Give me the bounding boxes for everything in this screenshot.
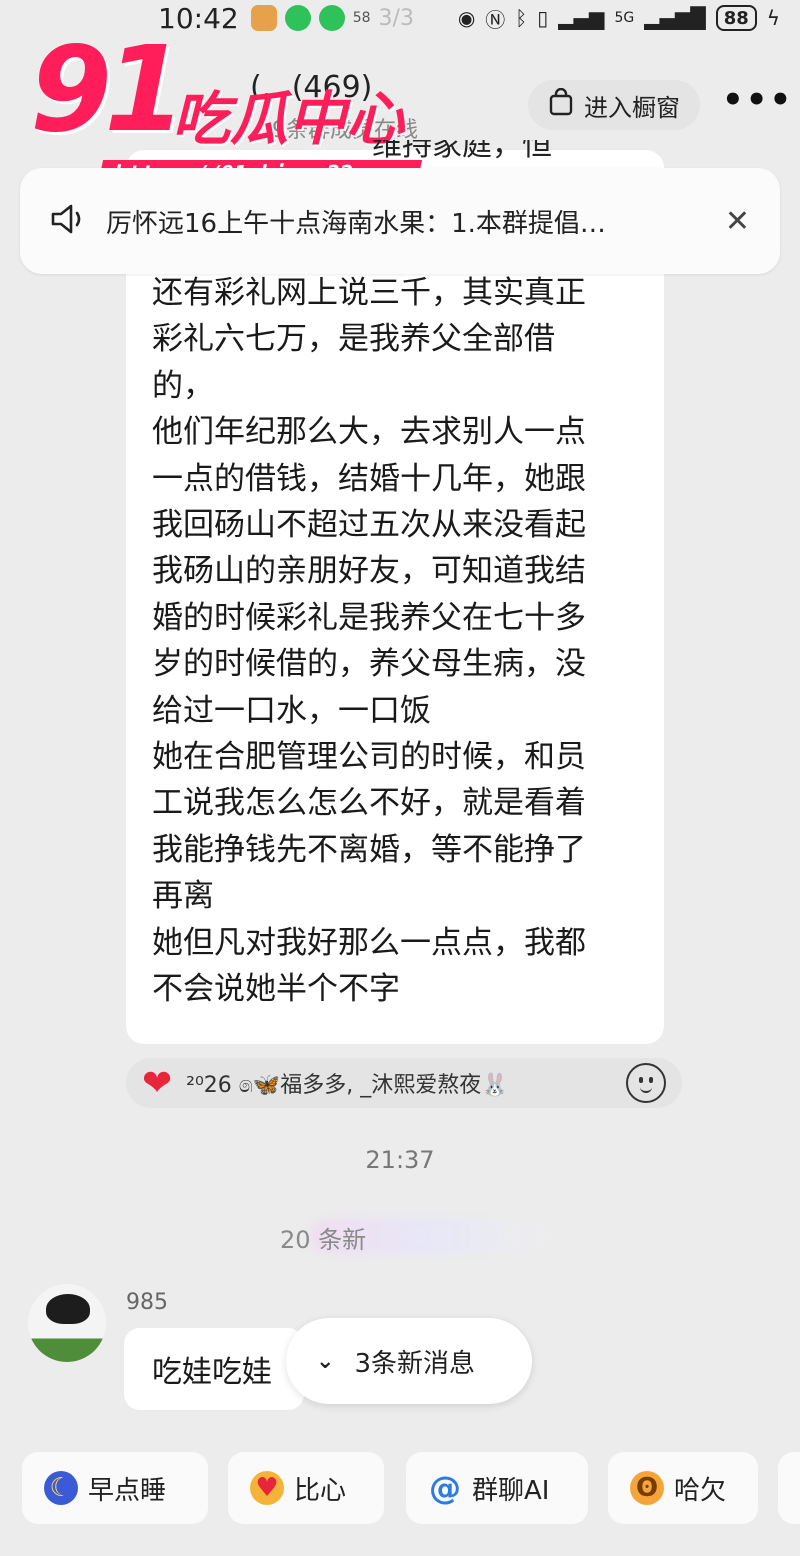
message-line: 我回砀山不超过五次从来没看起 xyxy=(152,507,586,544)
message-line: 不会说她半个不字 xyxy=(152,971,400,1008)
new-messages-button[interactable]: ⌄ 3条新消息 xyxy=(286,1318,532,1404)
enter-shop-label: 进入橱窗 xyxy=(584,93,680,122)
message-bubble-small[interactable]: 吃娃吃娃 xyxy=(124,1328,304,1410)
message-line: 的， xyxy=(152,367,214,404)
watermark-text: 吃瓜中心 xyxy=(172,85,405,153)
more-options-button[interactable]: ••• xyxy=(722,80,793,120)
signal-icon: ▂▄▆ xyxy=(558,6,605,30)
message-line: 婚的时候彩礼是我养父在七十多 xyxy=(152,599,586,636)
avatar[interactable] xyxy=(28,1284,106,1362)
message-line: 彩礼六七万，是我养父全部借 xyxy=(152,321,555,358)
add-reaction-icon[interactable] xyxy=(626,1063,666,1103)
wechat-icon xyxy=(284,5,311,31)
eye-icon: ◉ xyxy=(457,6,476,30)
quick-action-bar: ☾ 早点睡 ♥ 比心 @ 群聊AI ʘ 哈欠 xyxy=(0,1452,800,1528)
status-app-icons: 58 3/3 xyxy=(250,5,414,31)
nfc-icon: Ⓝ xyxy=(485,7,506,32)
heart-icon[interactable]: ❤ xyxy=(142,1063,172,1104)
quick-action-ai[interactable]: @ 群聊AI xyxy=(406,1452,588,1524)
wechat-icon-2 xyxy=(318,5,345,31)
message-line: 给过一口水，一口饭 xyxy=(152,692,431,729)
message-lines: 还有彩礼网上说三千，其实真正 彩礼六七万，是我养父全部借 的， 他们年纪那么大，… xyxy=(152,270,638,1013)
vibrate-icon: ▯ xyxy=(537,6,549,30)
quick-action-label: 群聊AI xyxy=(472,1475,550,1506)
watermark-logo: 91 吃瓜中心 https://91chigua22.com xyxy=(30,20,430,189)
pinned-announcement[interactable]: 厉怀远16上午十点海南水果：1.本群提倡… ✕ xyxy=(20,168,780,274)
announcement-text: 厉怀远16上午十点海南水果：1.本群提倡… xyxy=(106,208,606,239)
close-announcement-button[interactable]: ✕ xyxy=(725,204,750,239)
message-line: 一点的借钱，结婚十几年，她跟 xyxy=(152,460,586,497)
signal-icon-2: ▂▄▆█ xyxy=(644,6,706,30)
message-line: 岁的时候借的，养父母生病，没 xyxy=(152,646,586,683)
message-timestamp: 21:37 xyxy=(365,1146,435,1174)
page-indicator: 3/3 xyxy=(378,5,414,31)
reaction-users: ²⁰26 ෧🦋福多多, _沐熙爱熬夜🐰 xyxy=(186,1073,509,1098)
speaker-icon xyxy=(50,202,90,240)
message-line: 我砀山的亲朋好友，可知道我结 xyxy=(152,553,586,590)
message-line: 他们年纪那么大，去求别人一点 xyxy=(152,414,586,451)
watermark-number: 91 xyxy=(30,20,186,158)
quick-action-label: 哈欠 xyxy=(674,1475,727,1506)
quick-action-label: 早点睡 xyxy=(88,1475,167,1506)
status-right: ◉ Ⓝ ᛒ ▯ ▂▄▆ 5G ▂▄▆█ 88 ϟ xyxy=(458,4,780,33)
status-small-badge: 58 xyxy=(352,10,371,26)
message-peek-text: 维持家庭，恒 xyxy=(372,140,552,163)
chevron-down-icon: ⌄ xyxy=(316,1348,335,1374)
charging-icon: ϟ xyxy=(766,6,780,30)
bluetooth-icon: ᛒ xyxy=(515,6,528,30)
reaction-bar[interactable]: ❤ ²⁰26 ෧🦋福多多, _沐熙爱熬夜🐰 xyxy=(126,1058,682,1108)
heart-hands-icon: ♥ xyxy=(250,1471,284,1505)
message-line: 她在合肥管理公司的时候，和员 xyxy=(152,739,586,776)
new-messages-label: 3条新消息 xyxy=(354,1348,475,1379)
sender-name: 985 xyxy=(126,1290,168,1315)
quick-action-more[interactable] xyxy=(778,1452,800,1524)
quick-action-yawn[interactable]: ʘ 哈欠 xyxy=(608,1452,758,1524)
shopping-bag-icon xyxy=(548,87,574,122)
message-text: 吃娃吃娃 xyxy=(152,1355,272,1390)
message-bubble[interactable]: 还有彩礼网上说三千，其实真正 彩礼六七万，是我养父全部借 的， 他们年纪那么大，… xyxy=(126,150,664,1044)
quick-action-sleep[interactable]: ☾ 早点睡 xyxy=(22,1452,208,1524)
quick-action-heart[interactable]: ♥ 比心 xyxy=(228,1452,384,1524)
enter-shop-button[interactable]: 进入橱窗 xyxy=(528,80,700,130)
message-line: 工说我怎么怎么不好，就是看着 xyxy=(152,785,586,822)
yawn-icon: ʘ xyxy=(630,1471,664,1505)
new-messages-divider: 20 条新 xyxy=(280,1226,367,1254)
network-type: 5G xyxy=(614,10,635,26)
message-line: 再离 xyxy=(152,878,214,915)
message-line: 她但凡对我好那么一点点，我都 xyxy=(152,924,586,961)
message-line: 我能挣钱先不离婚，等不能挣了 xyxy=(152,831,586,868)
message-line: 还有彩礼网上说三千，其实真正 xyxy=(152,275,586,311)
moon-icon: ☾ xyxy=(44,1471,78,1505)
battery-icon: 88 xyxy=(715,5,757,31)
quick-action-label: 比心 xyxy=(294,1475,347,1506)
app-notification-icon xyxy=(250,5,277,31)
at-icon: @ xyxy=(429,1469,461,1507)
